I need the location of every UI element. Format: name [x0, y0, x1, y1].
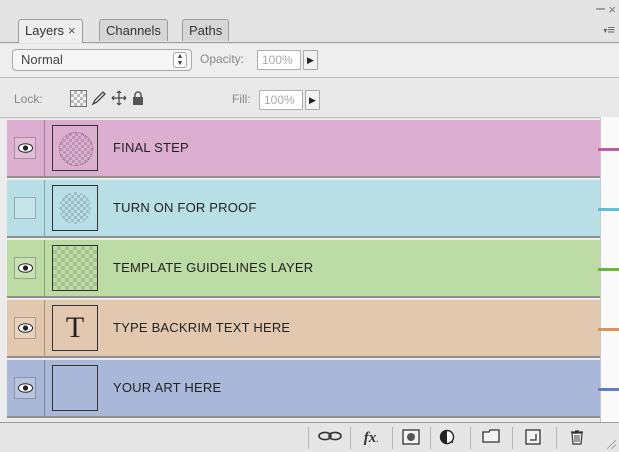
- opacity-slider-arrow-icon[interactable]: ▶: [303, 50, 318, 70]
- new-layer-icon[interactable]: [518, 429, 548, 449]
- eye-icon: [18, 323, 33, 333]
- panel-menu-icon[interactable]: ▾≡: [603, 22, 615, 37]
- tab-channels[interactable]: Channels: [99, 19, 168, 41]
- tab-divider: [0, 42, 619, 43]
- column-divider: [44, 120, 45, 176]
- lock-fill-row: Lock: Fill: 100% ▶: [0, 79, 619, 117]
- trash-icon[interactable]: [562, 429, 592, 449]
- layer-color-mark: [598, 388, 619, 391]
- checker-circle-icon: [59, 192, 91, 224]
- blend-mode-value: Normal: [21, 52, 63, 67]
- column-divider: [44, 240, 45, 296]
- eye-icon: [18, 263, 33, 273]
- layers-list: FINAL STEP TURN ON FOR PROOF TEMPLATE GU…: [7, 120, 600, 420]
- toolbar-separator: [430, 427, 431, 449]
- adjustment-layer-icon[interactable]: [436, 429, 464, 449]
- visibility-toggle[interactable]: [14, 197, 36, 219]
- eye-icon: [18, 383, 33, 393]
- fill-label: Fill:: [232, 92, 251, 106]
- layer-color-mark: [598, 268, 619, 271]
- visibility-toggle[interactable]: [14, 317, 36, 339]
- toolbar-separator: [392, 427, 393, 449]
- toolbar-separator: [556, 427, 557, 449]
- layer-thumbnail[interactable]: T: [52, 305, 98, 351]
- blend-opacity-row: Normal ▲ ▼ Opacity: 100% ▶: [0, 44, 619, 76]
- toolbar-separator: [470, 427, 471, 449]
- add-mask-icon[interactable]: [398, 429, 424, 449]
- column-divider: [44, 300, 45, 356]
- minimize-icon[interactable]: –: [596, 1, 605, 17]
- resize-grip-icon[interactable]: [607, 440, 616, 449]
- new-group-folder-icon[interactable]: [476, 429, 506, 449]
- separator: [0, 77, 619, 78]
- layer-name[interactable]: YOUR ART HERE: [113, 380, 221, 395]
- layer-row-final-step[interactable]: FINAL STEP: [7, 120, 600, 178]
- lock-label: Lock:: [14, 92, 43, 106]
- layer-thumbnail[interactable]: [52, 185, 98, 231]
- lock-move-icon[interactable]: [110, 90, 127, 107]
- visibility-toggle[interactable]: [14, 137, 36, 159]
- toolbar-separator: [350, 427, 351, 449]
- layer-color-mark: [598, 328, 619, 331]
- lock-transparency-icon[interactable]: [70, 90, 87, 107]
- link-layers-icon[interactable]: [314, 429, 346, 449]
- visibility-toggle[interactable]: [14, 257, 36, 279]
- layer-row-your-art[interactable]: YOUR ART HERE: [7, 360, 600, 418]
- tab-channels-label: Channels: [106, 23, 161, 38]
- toolbar-separator: [308, 427, 309, 449]
- layer-row-type-backrim[interactable]: T TYPE BACKRIM TEXT HERE: [7, 300, 600, 358]
- layer-color-mark: [598, 208, 619, 211]
- tab-layers[interactable]: Layers ×: [18, 19, 83, 43]
- visibility-toggle[interactable]: [14, 377, 36, 399]
- layer-row-template-guidelines[interactable]: TEMPLATE GUIDELINES LAYER: [7, 240, 600, 298]
- lock-all-icon[interactable]: [129, 90, 146, 107]
- blend-mode-select[interactable]: Normal ▲ ▼: [12, 49, 192, 71]
- toolbar-separator: [512, 427, 513, 449]
- fill-input[interactable]: 100%: [259, 90, 303, 110]
- layer-color-mark: [598, 148, 619, 151]
- tab-paths-label: Paths: [189, 23, 223, 38]
- layer-name[interactable]: TYPE BACKRIM TEXT HERE: [113, 320, 290, 335]
- layer-thumbnail[interactable]: [52, 245, 98, 291]
- tab-close-icon[interactable]: ×: [68, 23, 76, 38]
- checker-circle-icon: [59, 132, 93, 166]
- layer-style-fx-button[interactable]: fx.: [356, 429, 386, 449]
- lock-paint-brush-icon[interactable]: [90, 90, 107, 107]
- layers-toolbar: fx.: [0, 422, 619, 452]
- fill-slider-arrow-icon[interactable]: ▶: [305, 90, 320, 110]
- layer-name[interactable]: TURN ON FOR PROOF: [113, 200, 257, 215]
- column-divider: [44, 180, 45, 236]
- layer-thumbnail[interactable]: [52, 125, 98, 171]
- layer-name[interactable]: FINAL STEP: [113, 140, 189, 155]
- tab-layers-label: Layers: [25, 23, 65, 38]
- document-edge: [598, 117, 619, 422]
- column-divider: [44, 360, 45, 416]
- layer-thumbnail[interactable]: [52, 365, 98, 411]
- type-layer-icon: T: [65, 311, 85, 344]
- eye-icon: [18, 143, 33, 153]
- tab-paths[interactable]: Paths: [182, 19, 230, 41]
- opacity-input[interactable]: 100%: [257, 50, 301, 70]
- opacity-label: Opacity:: [200, 52, 245, 66]
- panel-tab-strip: Layers × Channels Paths – × ▾≡: [0, 0, 619, 44]
- layer-row-turn-on-for-proof[interactable]: TURN ON FOR PROOF: [7, 180, 600, 238]
- stepper-arrows-icon: ▲ ▼: [173, 52, 187, 68]
- separator: [0, 117, 619, 118]
- layer-name[interactable]: TEMPLATE GUIDELINES LAYER: [113, 260, 313, 275]
- close-icon[interactable]: ×: [608, 2, 616, 17]
